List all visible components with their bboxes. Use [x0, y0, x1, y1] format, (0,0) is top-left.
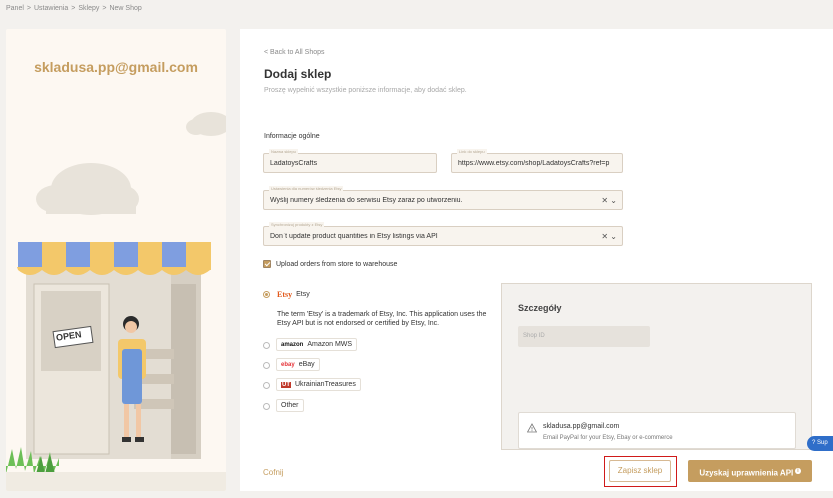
details-panel: Szczegóły Shop ID skladusa.pp@gmail.com … [501, 283, 812, 450]
back-button[interactable]: Cofnij [263, 468, 283, 477]
shop-link-value: https://www.etsy.com/shop/LadatoysCrafts… [458, 160, 610, 167]
info-icon: i [795, 468, 801, 474]
tracking-value: Wyślij numery śledzenia do serwisu Etsy … [270, 197, 463, 204]
shop-name-field[interactable]: Nazwa sklepu LadatoysCrafts [263, 149, 437, 173]
platform-label: Other [281, 402, 299, 409]
page-title: Dodaj sklep [264, 67, 332, 81]
upload-orders-option[interactable]: Upload orders from store to warehouse [263, 260, 397, 268]
sync-value: Don`t update product quantities in Etsy … [270, 233, 438, 240]
get-api-permissions-button[interactable]: Uzyskaj uprawnienia API i [688, 460, 812, 482]
breadcrumb-settings[interactable]: Ustawienia [34, 5, 68, 12]
platform-etsy[interactable]: Etsy Etsy [277, 290, 310, 299]
breadcrumb-new-shop: New Shop [109, 5, 142, 12]
upload-orders-label: Upload orders from store to warehouse [276, 260, 398, 268]
breadcrumb-separator: > [71, 5, 76, 12]
page-subtitle: Proszę wypełnić wszystkie poniższe infor… [264, 87, 467, 94]
platform-ebay[interactable]: ebay eBay [276, 358, 320, 371]
shop-id-input[interactable]: Shop ID [518, 326, 650, 347]
radio-other[interactable] [263, 403, 270, 410]
breadcrumb-separator: > [26, 5, 31, 12]
platform-label: UkrainianTreasures [295, 381, 356, 388]
save-shop-button[interactable]: Zapisz sklep [609, 460, 671, 482]
breadcrumb-separator: > [102, 5, 107, 12]
etsy-trademark-note: The term 'Etsy' is a trademark of Etsy, … [277, 311, 487, 327]
api-button-label: Uzyskaj uprawnienia API [699, 468, 794, 478]
radio-ukrainian-treasures[interactable] [263, 382, 270, 389]
warning-icon [527, 423, 537, 433]
ebay-logo: ebay [281, 361, 295, 368]
ukrainian-treasures-logo: UT [281, 381, 291, 388]
breadcrumb: Panel > Ustawienia > Sklepy > New Shop [6, 5, 142, 12]
illustration-panel: skladusa.pp@gmail.com OPEN [6, 29, 226, 491]
support-label: Sup [817, 440, 828, 446]
radio-etsy[interactable] [263, 291, 270, 298]
sync-label: Synchronizuj produkty z Etsy [269, 222, 325, 227]
paypal-info-box: skladusa.pp@gmail.com Email PayPal for y… [518, 412, 796, 449]
add-shop-form: < Back to All Shops Dodaj sklep Proszę w… [240, 29, 833, 491]
platform-other[interactable]: Other [276, 399, 304, 412]
shop-name-label: Nazwa sklepu [269, 149, 298, 154]
platform-label: eBay [298, 361, 315, 368]
sync-select[interactable]: Synchronizuj produkty z Etsy Don`t updat… [263, 222, 623, 246]
upload-orders-checkbox[interactable] [263, 260, 271, 268]
shop-name-value: LadatoysCrafts [270, 160, 318, 167]
tracking-label: Ustawienia dla numerów śledzenia Etsy [269, 186, 344, 191]
shop-link-field[interactable]: Link do sklepu https://www.etsy.com/shop… [451, 149, 623, 173]
cloud-icon [36, 112, 226, 215]
platform-ukrainian-treasures[interactable]: UT UkrainianTreasures [276, 378, 361, 391]
platform-label: Etsy [296, 291, 310, 298]
details-title: Szczegóły [518, 303, 562, 313]
shop-link-label: Link do sklepu [457, 149, 487, 154]
radio-amazon[interactable] [263, 342, 270, 349]
back-to-shops-link[interactable]: < Back to All Shops [264, 49, 325, 56]
section-general-info: Informacje ogólne [264, 133, 320, 140]
tracking-select[interactable]: Ustawienia dla numerów śledzenia Etsy Wy… [263, 186, 623, 210]
etsy-logo: Etsy [277, 290, 293, 299]
paypal-hint: Email PayPal for your Etsy, Ebay or e-co… [543, 435, 673, 441]
paypal-email: skladusa.pp@gmail.com [543, 423, 620, 430]
support-button[interactable]: ? Sup [807, 436, 833, 451]
radio-ebay[interactable] [263, 362, 270, 369]
help-icon: ? [812, 440, 816, 446]
clear-and-chevron-icon[interactable]: ✕ ⌄ [601, 232, 617, 241]
amazon-logo: amazon [281, 341, 304, 348]
breadcrumb-panel[interactable]: Panel [6, 5, 24, 12]
platform-label: Amazon MWS [307, 341, 353, 348]
clear-and-chevron-icon[interactable]: ✕ ⌄ [601, 196, 617, 205]
breadcrumb-shops[interactable]: Sklepy [78, 5, 99, 12]
shop-illustration [6, 112, 226, 491]
platform-amazon[interactable]: amazon Amazon MWS [276, 338, 358, 351]
